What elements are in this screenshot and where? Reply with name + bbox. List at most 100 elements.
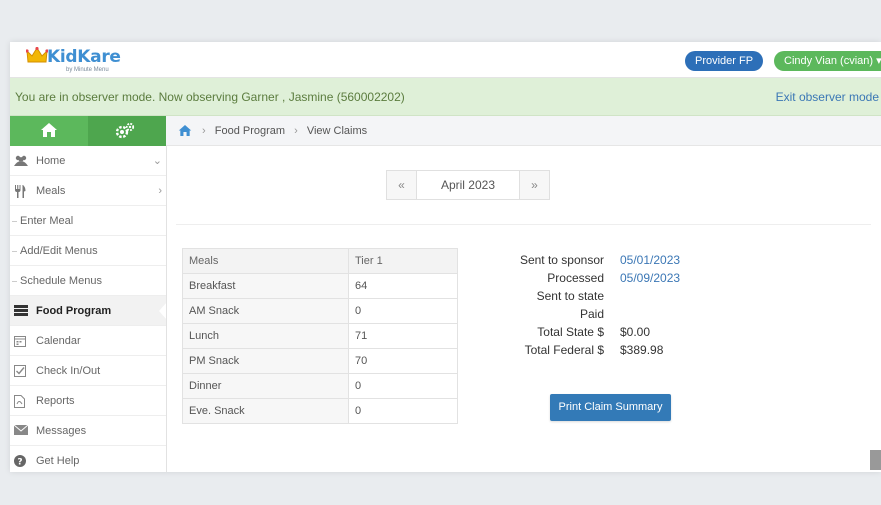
total-federal-row: Total Federal $ $389.98: [490, 341, 750, 359]
sent-to-sponsor-date: 05/01/2023: [620, 253, 681, 267]
sidebar-item-label: Messages: [36, 425, 87, 437]
sidebar-item-add-edit-menus[interactable]: Add/Edit Menus: [10, 236, 166, 266]
server-icon: [14, 305, 28, 316]
processed-row: Processed 05/09/2023: [490, 269, 750, 287]
sidebar-item-label: Meals: [36, 185, 66, 197]
column-header-meals: Meals: [182, 248, 349, 274]
total-state-label: Total State $: [537, 325, 604, 339]
sidebar-divider: [166, 146, 167, 472]
logo-subtext: by Minute Menu: [66, 67, 109, 73]
table-row: PM Snack 70: [182, 348, 458, 374]
previous-month-button[interactable]: «: [387, 171, 417, 199]
logo-text: KidKare: [47, 47, 121, 67]
sidebar: Home ⌄ Meals › Enter Meal Add/Edit Menus…: [10, 146, 167, 472]
sidebar-item-label: Calendar: [36, 335, 81, 347]
calendar-icon: [14, 336, 26, 347]
sidebar-item-label: Add/Edit Menus: [20, 245, 98, 257]
breadcrumb-separator: ›: [202, 125, 206, 137]
sent-to-sponsor-row: Sent to sponsor 05/01/2023: [490, 251, 750, 269]
breadcrumb-separator: ›: [294, 125, 298, 137]
users-icon: [14, 155, 28, 166]
meal-name-cell: Breakfast: [182, 273, 349, 299]
column-header-tier-1: Tier 1: [348, 248, 458, 274]
sidebar-item-check-in-out[interactable]: Check In/Out: [10, 356, 166, 386]
month-navigator: « April 2023 »: [386, 170, 550, 200]
sidebar-item-label: Enter Meal: [20, 215, 74, 227]
breadcrumb-home-icon[interactable]: [178, 124, 192, 137]
sidebar-item-label: Schedule Menus: [20, 275, 102, 287]
sidebar-item-home[interactable]: Home ⌄: [10, 146, 166, 176]
table-row: Dinner 0: [182, 373, 458, 399]
check-square-icon: [14, 365, 26, 377]
sidebar-item-label: Home: [36, 155, 66, 167]
paid-label: Paid: [579, 307, 604, 321]
meal-name-cell: Dinner: [182, 373, 349, 399]
sidebar-item-food-program[interactable]: Food Program: [10, 296, 167, 326]
sidebar-item-messages[interactable]: Messages: [10, 416, 166, 446]
table-row: Lunch 71: [182, 323, 458, 349]
total-state-row: Total State $ $0.00: [490, 323, 750, 341]
sent-to-sponsor-label: Sent to sponsor: [519, 253, 604, 267]
meals-table: Meals Tier 1 Breakfast 64 AM Snack 0 Lun…: [182, 248, 458, 424]
sent-to-state-label: Sent to state: [536, 289, 604, 303]
utensils-icon: [15, 185, 26, 198]
claim-summary: Sent to sponsor 05/01/2023 Processed 05/…: [490, 251, 750, 359]
sidebar-item-label: Food Program: [36, 305, 112, 317]
paid-row: Paid: [490, 305, 750, 323]
meal-name-cell: Eve. Snack: [182, 398, 349, 424]
table-row: Eve. Snack 0: [182, 398, 458, 424]
meal-count-cell: 0: [348, 398, 458, 424]
sidebar-top-tabs: [10, 116, 166, 146]
print-claim-summary-button[interactable]: Print Claim Summary: [550, 394, 671, 421]
table-row: Breakfast 64: [182, 273, 458, 299]
breadcrumb: › Food Program › View Claims: [166, 116, 881, 146]
chevron-right-icon: ›: [158, 185, 162, 197]
breadcrumb-trail: › Food Program › View Claims: [196, 116, 367, 146]
provider-button[interactable]: Provider FP: [685, 51, 764, 71]
total-federal-label: Total Federal $: [524, 343, 604, 357]
exit-observer-link[interactable]: Exit observer mode: [776, 78, 879, 116]
meal-count-cell: 71: [348, 323, 458, 349]
breadcrumb-view-claims: View Claims: [306, 125, 368, 137]
sent-to-state-row: Sent to state: [490, 287, 750, 305]
file-icon: [14, 395, 25, 408]
meal-count-cell: 0: [348, 373, 458, 399]
sidebar-item-meals[interactable]: Meals ›: [10, 176, 166, 206]
section-divider: [176, 224, 871, 225]
home-icon[interactable]: [40, 122, 58, 138]
table-row: AM Snack 0: [182, 298, 458, 324]
sidebar-item-label: Check In/Out: [36, 365, 101, 377]
user-menu-button[interactable]: Cindy Vian (cvian) ▾: [774, 51, 881, 71]
meal-count-cell: 70: [348, 348, 458, 374]
chevron-down-icon: ⌄: [152, 155, 162, 167]
observer-message: You are in observer mode. Now observing …: [15, 90, 405, 104]
next-month-button[interactable]: »: [519, 171, 549, 199]
sidebar-item-label: Get Help: [36, 455, 80, 467]
sidebar-item-schedule-menus[interactable]: Schedule Menus: [10, 266, 166, 296]
meal-count-cell: 64: [348, 273, 458, 299]
current-month: April 2023: [417, 171, 519, 199]
scroll-to-top-button[interactable]: [870, 450, 881, 470]
meal-name-cell: AM Snack: [182, 298, 349, 324]
meal-name-cell: Lunch: [182, 323, 349, 349]
processed-label: Processed: [547, 271, 604, 285]
processed-date: 05/09/2023: [620, 271, 681, 285]
meal-count-cell: 0: [348, 298, 458, 324]
breadcrumb-food-program[interactable]: Food Program: [215, 125, 285, 137]
question-circle-icon: ?: [14, 455, 26, 467]
sidebar-item-calendar[interactable]: Calendar: [10, 326, 166, 356]
table-header-row: Meals Tier 1: [182, 248, 458, 274]
top-bar: KidKare by Minute Menu Provider FP Cindy…: [10, 42, 881, 78]
envelope-icon: [14, 425, 28, 435]
observer-banner: You are in observer mode. Now observing …: [10, 78, 881, 116]
gears-icon: [115, 122, 135, 139]
svg-text:?: ?: [17, 458, 22, 468]
sidebar-item-label: Reports: [36, 395, 75, 407]
sidebar-item-enter-meal[interactable]: Enter Meal: [10, 206, 166, 236]
crown-logo-icon: [26, 47, 48, 63]
total-state-value: $0.00: [620, 325, 651, 339]
total-federal-value: $389.98: [620, 343, 664, 357]
sidebar-item-reports[interactable]: Reports: [10, 386, 166, 416]
sidebar-item-get-help[interactable]: ? Get Help: [10, 446, 166, 472]
meal-name-cell: PM Snack: [182, 348, 349, 374]
